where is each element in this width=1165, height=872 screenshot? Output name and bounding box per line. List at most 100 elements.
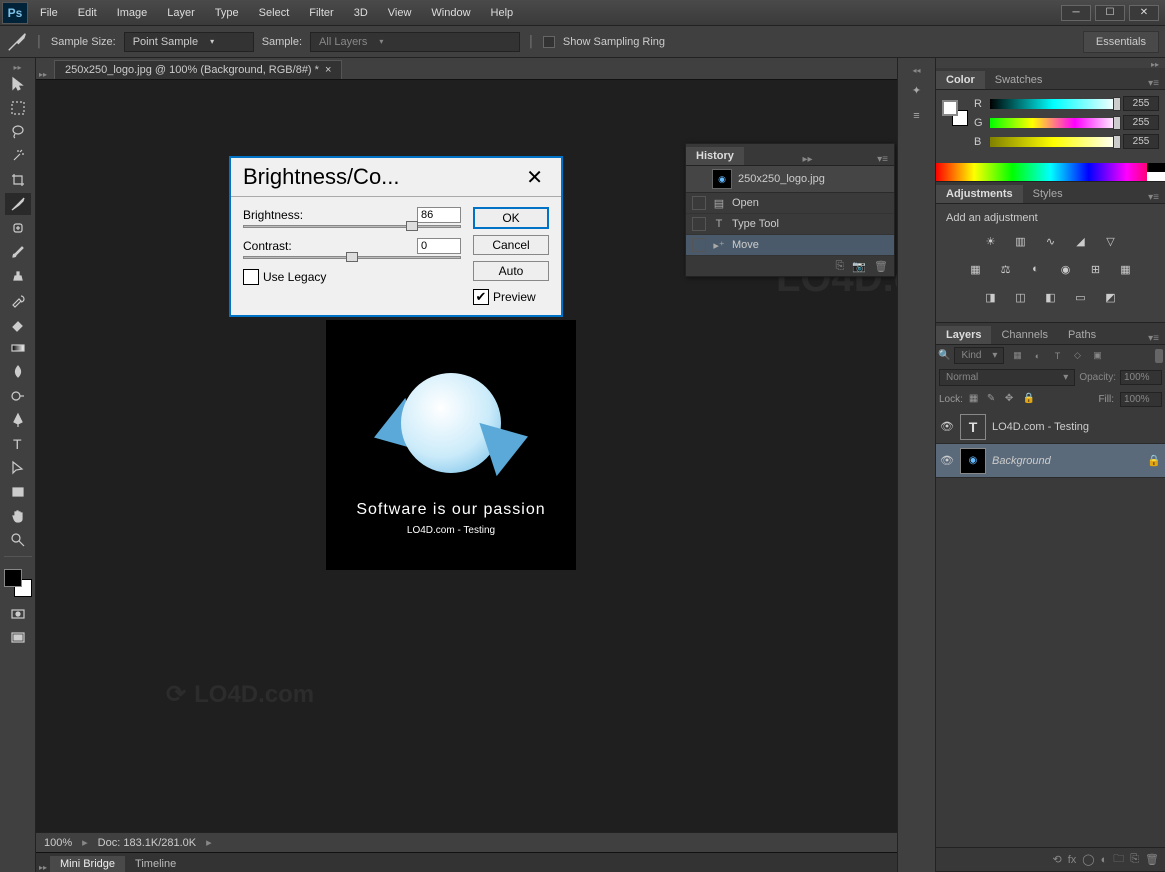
move-tool[interactable] — [5, 73, 31, 95]
show-sampling-ring-checkbox[interactable] — [543, 36, 555, 48]
hand-tool[interactable] — [5, 505, 31, 527]
history-tab[interactable]: History — [686, 147, 744, 165]
history-new-doc-icon[interactable]: ⎘ — [836, 260, 845, 273]
preview-checkbox[interactable]: ✔ — [473, 289, 489, 305]
window-close-button[interactable]: ✕ — [1129, 5, 1159, 21]
canvas-area[interactable]: Software is our passion LO4D.com - Testi… — [36, 80, 897, 832]
gradient-tool[interactable] — [5, 337, 31, 359]
menu-file[interactable]: File — [30, 2, 68, 24]
hue-sat-icon[interactable]: ▦ — [967, 260, 985, 278]
paths-tab[interactable]: Paths — [1058, 326, 1106, 344]
blend-mode-dropdown[interactable]: Normal▾ — [939, 369, 1075, 386]
exposure-icon[interactable]: ◢ — [1072, 232, 1090, 250]
invert-icon[interactable]: ◨ — [982, 288, 1000, 306]
type-tool[interactable]: T — [5, 433, 31, 455]
timeline-tab[interactable]: Timeline — [125, 856, 186, 872]
menu-window[interactable]: Window — [421, 2, 480, 24]
curves-icon[interactable]: ∿ — [1042, 232, 1060, 250]
filter-toggle[interactable] — [1155, 349, 1163, 363]
ok-button[interactable]: OK — [473, 207, 549, 229]
layer-visibility-icon[interactable]: 👁 — [940, 454, 954, 467]
history-snapshot[interactable]: ◉ 250x250_logo.jpg — [686, 166, 894, 193]
dialog-close-button[interactable]: ✕ — [520, 165, 549, 190]
app-logo[interactable]: Ps — [2, 2, 28, 24]
r-slider[interactable] — [990, 99, 1117, 109]
eyedropper-tool[interactable] — [5, 193, 31, 215]
window-maximize-button[interactable]: ☐ — [1095, 5, 1125, 21]
history-step-open[interactable]: ▤ Open — [686, 193, 894, 214]
shape-tool[interactable] — [5, 481, 31, 503]
b-slider[interactable] — [990, 137, 1117, 147]
history-step-type[interactable]: T Type Tool — [686, 214, 894, 235]
menu-help[interactable]: Help — [481, 2, 524, 24]
doc-info[interactable]: Doc: 183.1K/281.0K — [98, 837, 196, 849]
color-spectrum[interactable] — [936, 163, 1165, 181]
brightness-input[interactable] — [417, 207, 461, 223]
blur-tool[interactable] — [5, 361, 31, 383]
layer-visibility-icon[interactable]: 👁 — [940, 420, 954, 433]
r-value[interactable]: 255 — [1123, 96, 1159, 111]
opacity-input[interactable]: 100% — [1120, 370, 1162, 385]
dodge-tool[interactable] — [5, 385, 31, 407]
channel-mixer-icon[interactable]: ⊞ — [1087, 260, 1105, 278]
layer-filter-kind[interactable]: Kind▾ — [954, 347, 1004, 364]
history-step-move[interactable]: ▸⁺ Move — [686, 235, 894, 256]
status-arrow2-icon[interactable]: ▸ — [206, 836, 212, 849]
workspace-switcher-button[interactable]: Essentials — [1083, 31, 1159, 53]
fill-input[interactable]: 100% — [1120, 392, 1162, 407]
document-canvas[interactable]: Software is our passion LO4D.com - Testi… — [326, 320, 576, 570]
adjustments-panel-menu-icon[interactable]: ▾≡ — [1142, 192, 1165, 203]
layer-mask-icon[interactable]: ◯ — [1082, 853, 1094, 866]
lock-transparency-icon[interactable]: ▦ — [969, 393, 983, 407]
menu-filter[interactable]: Filter — [299, 2, 343, 24]
sample-size-dropdown[interactable]: Point Sample — [124, 32, 254, 52]
clone-stamp-tool[interactable] — [5, 265, 31, 287]
history-delete-icon[interactable]: 🗑 — [874, 260, 888, 273]
document-tab[interactable]: 250x250_logo.jpg @ 100% (Background, RGB… — [54, 60, 342, 79]
b-value[interactable]: 255 — [1123, 134, 1159, 149]
layers-tab[interactable]: Layers — [936, 326, 991, 344]
gradient-map-icon[interactable]: ▭ — [1072, 288, 1090, 306]
history-snapshot-icon[interactable]: 📷 — [852, 260, 866, 273]
brush-tool[interactable] — [5, 241, 31, 263]
filter-pixel-icon[interactable]: ▦ — [1008, 348, 1026, 364]
contrast-input[interactable] — [417, 238, 461, 254]
color-lookup-icon[interactable]: ▦ — [1117, 260, 1135, 278]
lock-all-icon[interactable]: 🔒 — [1023, 393, 1037, 407]
adjustments-tab[interactable]: Adjustments — [936, 185, 1023, 203]
vibrance-icon[interactable]: ▽ — [1102, 232, 1120, 250]
filter-type-icon[interactable]: T — [1048, 348, 1066, 364]
lasso-tool[interactable] — [5, 121, 31, 143]
toolbox-expand-grip[interactable]: ▸▸ — [0, 62, 35, 72]
delete-layer-icon[interactable]: 🗑 — [1145, 853, 1159, 866]
styles-tab[interactable]: Styles — [1023, 185, 1073, 203]
contrast-slider[interactable] — [243, 256, 461, 259]
menu-view[interactable]: View — [378, 2, 422, 24]
lock-position-icon[interactable]: ✥ — [1005, 393, 1019, 407]
color-panel-menu-icon[interactable]: ▾≡ — [1142, 78, 1165, 89]
g-value[interactable]: 255 — [1123, 115, 1159, 130]
marquee-tool[interactable] — [5, 97, 31, 119]
levels-icon[interactable]: ▥ — [1012, 232, 1030, 250]
filter-adjustment-icon[interactable]: ◐ — [1028, 348, 1046, 364]
brightness-contrast-icon[interactable]: ☀ — [982, 232, 1000, 250]
screen-mode-tool[interactable] — [5, 627, 31, 649]
color-fg-bg-swatches[interactable] — [942, 100, 968, 126]
g-slider[interactable] — [990, 118, 1117, 128]
layer-fx-icon[interactable]: fx — [1068, 854, 1077, 866]
eraser-tool[interactable] — [5, 313, 31, 335]
menu-image[interactable]: Image — [107, 2, 158, 24]
link-layers-icon[interactable]: ⟲ — [1052, 853, 1061, 866]
zoom-tool[interactable] — [5, 529, 31, 551]
cancel-button[interactable]: Cancel — [473, 235, 549, 255]
dock-expand-grip[interactable]: ◂◂ — [912, 66, 920, 76]
foreground-background-colors[interactable] — [4, 569, 32, 597]
bottom-tabs-expand[interactable]: ▸▸ — [36, 863, 50, 872]
current-tool-icon[interactable] — [6, 31, 28, 53]
adjustment-layer-icon[interactable]: ◐ — [1101, 854, 1108, 866]
brightness-slider[interactable] — [243, 225, 461, 228]
crop-tool[interactable] — [5, 169, 31, 191]
pen-tool[interactable] — [5, 409, 31, 431]
auto-button[interactable]: Auto — [473, 261, 549, 281]
mini-bridge-tab[interactable]: Mini Bridge — [50, 856, 125, 872]
